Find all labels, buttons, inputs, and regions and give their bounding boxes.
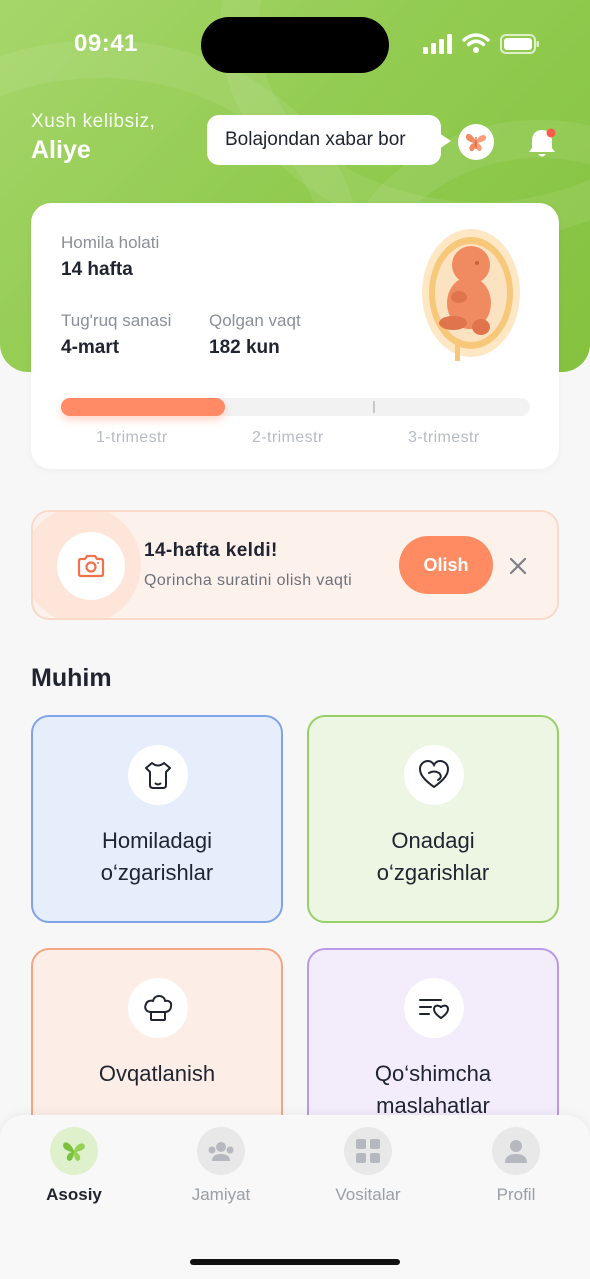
dynamic-island (201, 17, 389, 73)
status-bar: 09:41 (0, 0, 590, 90)
trimester-label-2: 2-trimestr (252, 429, 324, 446)
greeting-text: Xush kelibsiz, (31, 111, 156, 132)
week-alert-banner: 14-hafta keldi! Qorincha suratini olish … (31, 510, 559, 620)
trimester-divider (373, 401, 375, 413)
alert-title: 14-hafta keldi! (144, 540, 278, 561)
status-label: Homila holati (61, 233, 160, 252)
close-icon[interactable] (507, 555, 529, 577)
chef-hat-icon (128, 978, 188, 1038)
tile-label: Ovqatlanish (98, 1061, 216, 1086)
remaining-label: Qolgan vaqt (209, 311, 301, 330)
battery-icon (500, 34, 539, 54)
alert-subtitle: Qorincha suratini olish vaqti (144, 572, 353, 589)
tile-label: Onadagi o‘zgarishlar (376, 828, 490, 885)
status-time: 09:41 (74, 30, 138, 57)
tile-mother-changes[interactable]: Onadagi o‘zgarishlar (307, 715, 559, 923)
wifi-icon (462, 33, 490, 53)
trimester-label-3: 3-trimestr (408, 429, 480, 446)
tab-community[interactable]: Jamiyat (161, 1127, 281, 1217)
tab-profile[interactable]: Profil (456, 1127, 576, 1217)
community-icon (197, 1127, 245, 1175)
baby-message-bubble[interactable]: Bolajondan xabar bor (207, 115, 451, 165)
camera-button[interactable] (57, 532, 125, 600)
profile-icon (492, 1127, 540, 1175)
tile-label: Homiladagi o‘zgarishlar (100, 828, 214, 885)
grid-icon (344, 1127, 392, 1175)
section-title: Muhim (31, 664, 112, 692)
progress-fill (61, 398, 226, 416)
user-name: Aliye (31, 136, 91, 164)
camera-icon (77, 554, 105, 578)
tile-baby-changes[interactable]: Homiladagi o‘zgarishlar (31, 715, 283, 923)
bubble-text: Bolajondan xabar bor (225, 129, 406, 150)
tab-label: Vositalar (335, 1185, 401, 1204)
notification-bell-icon[interactable] (525, 125, 559, 161)
trimester-label-1: 1-trimestr (96, 429, 168, 446)
status-value: 14 hafta (61, 259, 133, 280)
tab-label: Jamiyat (191, 1185, 251, 1204)
due-date-value: 4-mart (61, 337, 120, 358)
butterfly-icon (465, 134, 487, 152)
tab-home[interactable]: Asosiy (14, 1127, 134, 1217)
butterfly-icon (50, 1127, 98, 1175)
tab-tools[interactable]: Vositalar (308, 1127, 428, 1217)
list-heart-icon (404, 978, 464, 1038)
tab-label: Asosiy (46, 1185, 102, 1204)
bottom-tab-bar: Asosiy Jamiyat Vositalar Profil (0, 1115, 590, 1279)
tile-label: Qo‘shimcha maslahatlar (374, 1061, 492, 1118)
home-indicator (190, 1259, 400, 1265)
cellular-signal-icon (423, 34, 452, 54)
take-photo-button[interactable]: Olish (399, 536, 493, 594)
remaining-value: 182 kun (209, 337, 280, 358)
trimester-progress-bar (61, 398, 530, 416)
heart-icon (404, 745, 464, 805)
tab-label: Profil (496, 1185, 536, 1204)
pregnancy-status-card[interactable]: Homila holati 14 hafta Tug'ruq sanasi 4-… (31, 203, 559, 469)
butterfly-button[interactable] (458, 124, 494, 160)
onesie-icon (128, 745, 188, 805)
due-date-label: Tug'ruq sanasi (61, 311, 172, 330)
fetus-illustration (422, 229, 520, 361)
